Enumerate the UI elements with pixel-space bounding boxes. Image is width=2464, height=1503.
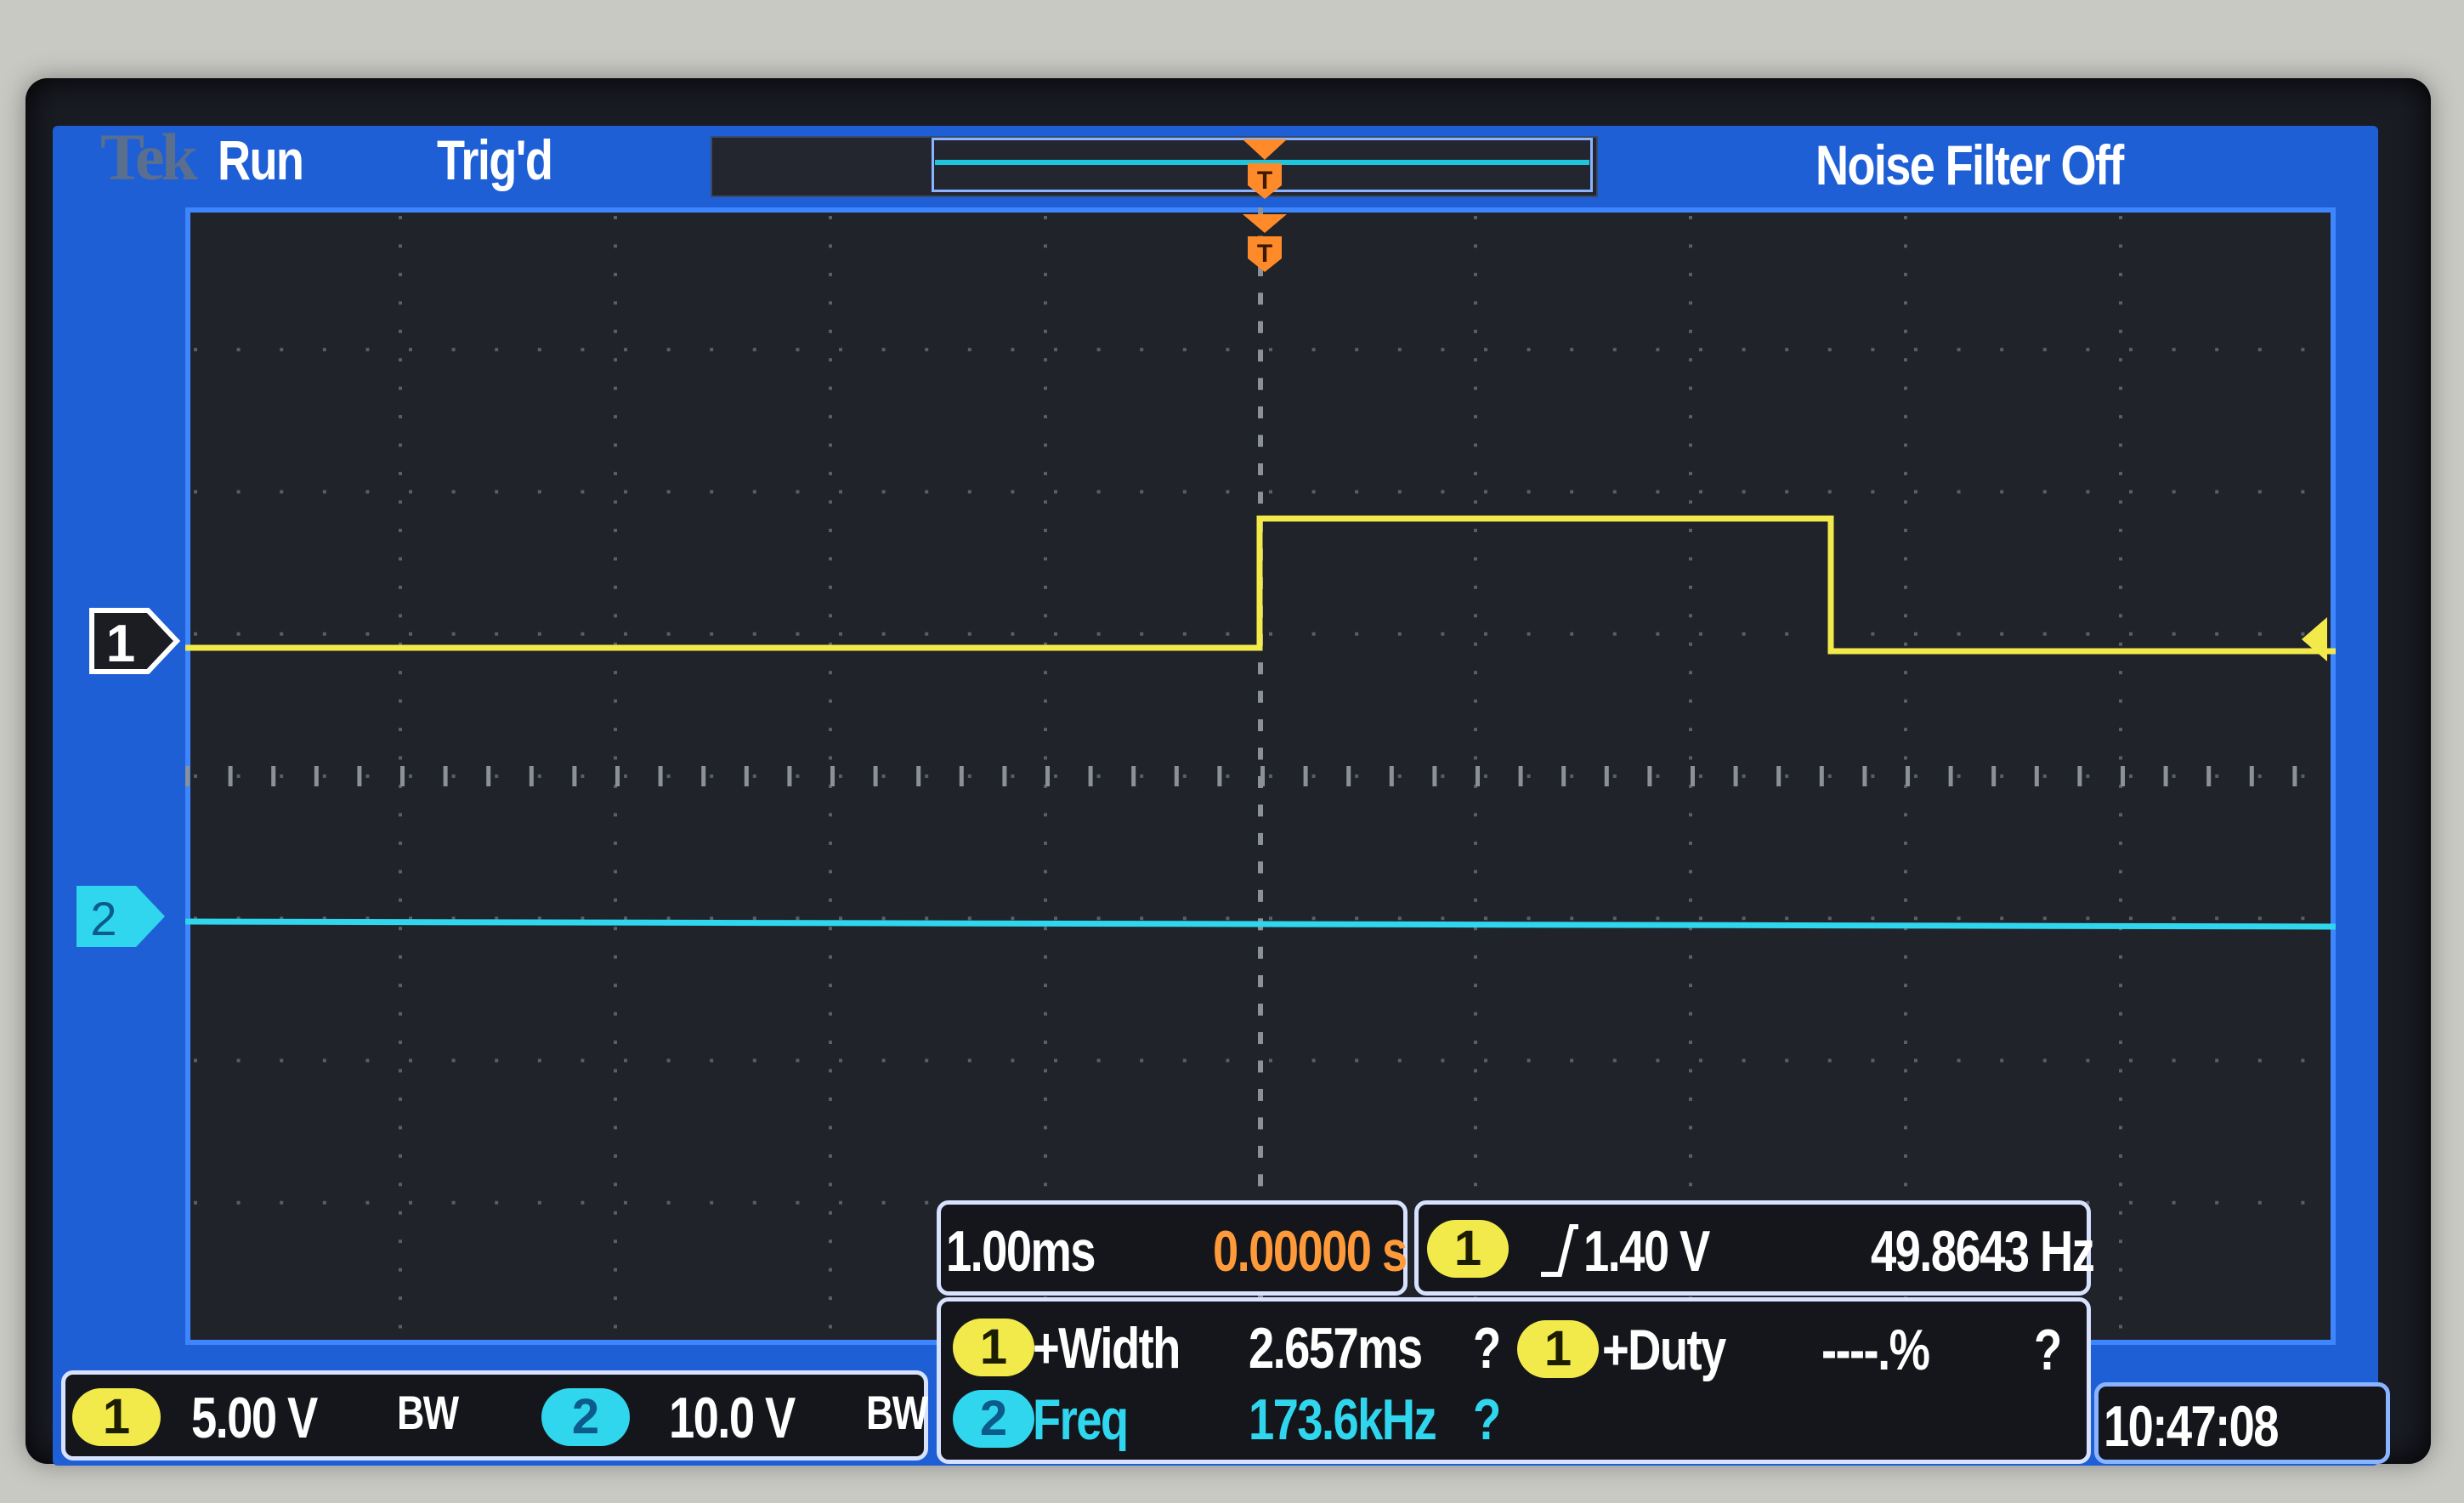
brand-logo: Tek — [100, 120, 198, 194]
ch2-ground-marker[interactable]: 2 — [73, 882, 168, 950]
trigger-status: Trig'd — [437, 128, 553, 191]
ch2-marker-label: 2 — [90, 892, 116, 945]
ch2-bandwidth-limit: BW — [866, 1386, 928, 1439]
waveform-display — [185, 207, 2336, 1329]
ch1-marker-label: 1 — [106, 615, 135, 673]
trigger-position-icon: T T — [1243, 139, 1287, 272]
meas2-source-badge: 1 — [1517, 1320, 1599, 1378]
meas1-flag: ? — [1473, 1316, 1501, 1381]
meas1-source-badge: 1 — [953, 1319, 1034, 1376]
clock: 10:47:08 — [2104, 1394, 2280, 1459]
meas3-value: 173.6kHz — [1249, 1387, 1437, 1452]
ch1-badge[interactable]: 1 — [72, 1388, 161, 1446]
clock-panel: 10:47:08 — [2094, 1382, 2390, 1464]
channel-scale-panel: 1 5.00 V BW 2 10.0 V BW — [61, 1370, 928, 1460]
ch2-scale[interactable]: 10.0 V — [669, 1385, 796, 1451]
noise-filter-status: Noise Filter Off — [1815, 133, 2124, 196]
rising-edge-icon — [1541, 1224, 1578, 1277]
meas3-source-badge: 2 — [953, 1390, 1034, 1448]
svg-text:T: T — [1257, 167, 1272, 195]
trigger-level-marker — [2302, 617, 2327, 661]
trigger-level[interactable]: 1.40 V — [1583, 1218, 1710, 1285]
ch1-ground-marker[interactable]: 1 — [88, 607, 182, 675]
meas3-flag: ? — [1473, 1387, 1501, 1452]
timebase[interactable]: 1.00ms — [946, 1218, 1096, 1285]
measurement-panel: 1 +Width 2.657ms ? 1 +Duty ----.% ? 2 Fr… — [937, 1297, 2091, 1464]
svg-text:T: T — [1257, 240, 1272, 268]
ch2-waveform — [185, 918, 2336, 930]
meas1-value: 2.657ms — [1249, 1316, 1423, 1381]
trigger-panel: 1 1.40 V 49.8643 Hz — [1414, 1200, 2095, 1296]
ch1-bandwidth-limit: BW — [397, 1386, 459, 1439]
meas1-label[interactable]: +Width — [1033, 1315, 1181, 1381]
run-status: Run — [218, 128, 304, 191]
meas2-value: ----.% — [1821, 1318, 1930, 1382]
ch2-badge[interactable]: 2 — [541, 1388, 630, 1446]
meas2-flag: ? — [2034, 1318, 2062, 1382]
ch1-scale[interactable]: 5.00 V — [191, 1385, 318, 1451]
trigger-frequency: 49.8643 Hz — [1871, 1219, 2095, 1284]
trigger-source-badge[interactable]: 1 — [1427, 1220, 1509, 1278]
meas2-label[interactable]: +Duty — [1602, 1317, 1726, 1383]
meas3-label[interactable]: Freq — [1033, 1387, 1129, 1453]
horizontal-position[interactable]: 0.00000 s — [1213, 1218, 1408, 1285]
graticule-grid — [185, 207, 2305, 1329]
ch1-waveform — [185, 515, 2336, 655]
horizontal-panel: 1.00ms 0.00000 s — [937, 1200, 1408, 1296]
